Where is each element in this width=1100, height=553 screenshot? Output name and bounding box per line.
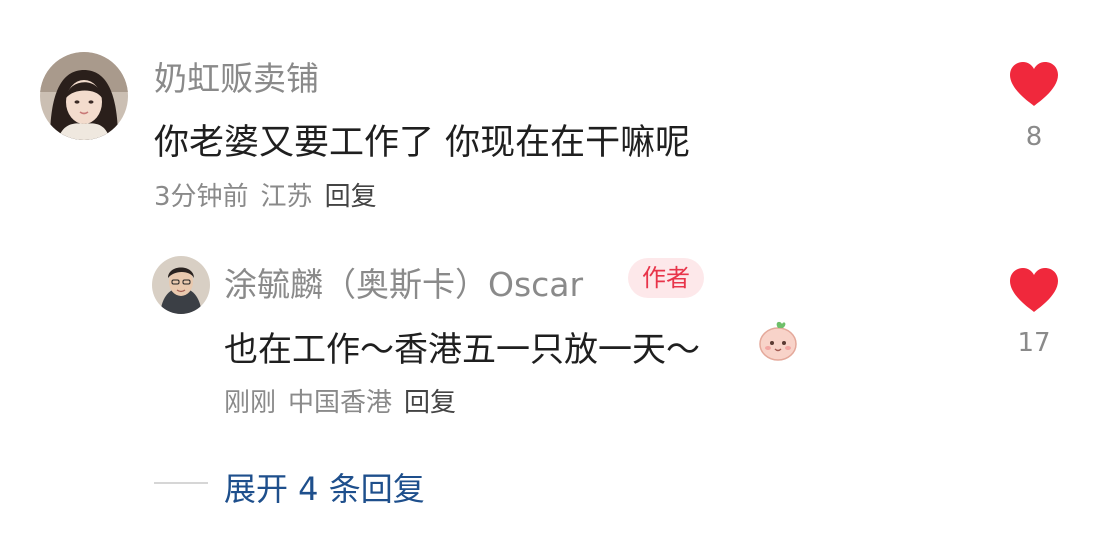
comment-text[interactable]: 你老婆又要工作了 你现在在干嘛呢 bbox=[154, 114, 690, 165]
like-count: 17 bbox=[1017, 328, 1051, 358]
divider bbox=[154, 482, 208, 484]
heart-icon bbox=[1010, 268, 1058, 312]
reply-text[interactable]: 也在工作～香港五一只放一天～ bbox=[224, 322, 700, 371]
comment-location: 江苏 bbox=[260, 182, 313, 212]
reply-meta: 刚刚 中国香港 回复 bbox=[224, 382, 456, 419]
reply-button[interactable]: 回复 bbox=[325, 182, 377, 212]
like-count: 8 bbox=[1025, 122, 1043, 152]
like-button[interactable] bbox=[1008, 266, 1060, 314]
expand-replies-button[interactable]: 展开 4 条回复 bbox=[224, 464, 425, 510]
emoji-face-icon bbox=[756, 318, 800, 362]
avatar[interactable] bbox=[40, 52, 128, 140]
author-badge: 作者 bbox=[628, 258, 704, 298]
reply-time: 刚刚 bbox=[224, 388, 277, 418]
reply-text-content: 也在工作～香港五一只放一天～ bbox=[224, 330, 700, 370]
avatar[interactable] bbox=[152, 256, 210, 314]
heart-icon bbox=[1010, 62, 1058, 106]
comment-time: 3分钟前 bbox=[154, 182, 249, 212]
reply-author[interactable]: 涂毓麟（奥斯卡）Oscar bbox=[224, 258, 583, 306]
reply-location: 中国香港 bbox=[288, 388, 393, 418]
comment-meta: 3分钟前 江苏 回复 bbox=[154, 176, 377, 213]
reply-button[interactable]: 回复 bbox=[404, 388, 456, 418]
like-button[interactable] bbox=[1008, 60, 1060, 108]
comment-author[interactable]: 奶虹贩卖铺 bbox=[154, 52, 319, 100]
